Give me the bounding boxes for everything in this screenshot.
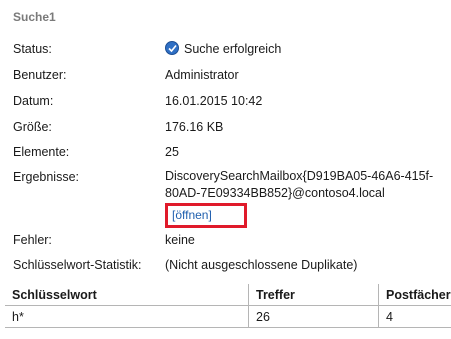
status-value-container: Suche erfolgreich: [165, 40, 281, 58]
status-value: Suche erfolgreich: [184, 42, 282, 56]
errors-label: Fehler:: [13, 233, 52, 247]
results-label: Ergebnisse:: [13, 170, 80, 184]
cell-hits: 26: [248, 305, 379, 328]
date-label: Datum:: [13, 94, 54, 108]
size-label: Größe:: [13, 120, 52, 134]
keyword-stats-table: Schlüsselwort Treffer Postfächer h* 26 4: [5, 284, 451, 328]
table-row[interactable]: h* 26 4: [5, 305, 451, 328]
items-value: 25: [165, 145, 179, 159]
date-value: 16.01.2015 10:42: [165, 94, 263, 108]
keyword-stats-value: (Nicht ausgeschlossene Duplikate): [165, 258, 358, 272]
highlight-box: [öffnen]: [165, 203, 247, 228]
section-title: Suche1: [13, 10, 56, 24]
size-value: 176.16 KB: [165, 120, 224, 134]
open-results-link[interactable]: [öffnen]: [172, 207, 212, 224]
table-header-row: Schlüsselwort Treffer Postfächer: [5, 284, 451, 306]
results-value: DiscoverySearchMailbox{D919BA05-46A6-415…: [165, 169, 434, 200]
column-header-mailboxes[interactable]: Postfächer: [378, 284, 451, 306]
column-header-keyword[interactable]: Schlüsselwort: [5, 284, 249, 306]
results-row: Ergebnisse: DiscoverySearchMailbox{D919B…: [13, 168, 451, 232]
errors-value: keine: [165, 233, 195, 247]
check-circle-icon: [165, 41, 179, 55]
cell-keyword: h*: [5, 305, 249, 328]
user-value: Administrator: [165, 68, 239, 82]
status-label: Status:: [13, 42, 52, 56]
column-header-hits[interactable]: Treffer: [248, 284, 379, 306]
user-label: Benutzer:: [13, 68, 67, 82]
items-label: Elemente:: [13, 145, 70, 159]
keyword-stats-label: Schlüsselwort-Statistik:: [13, 258, 142, 272]
cell-mailboxes: 4: [378, 305, 451, 328]
